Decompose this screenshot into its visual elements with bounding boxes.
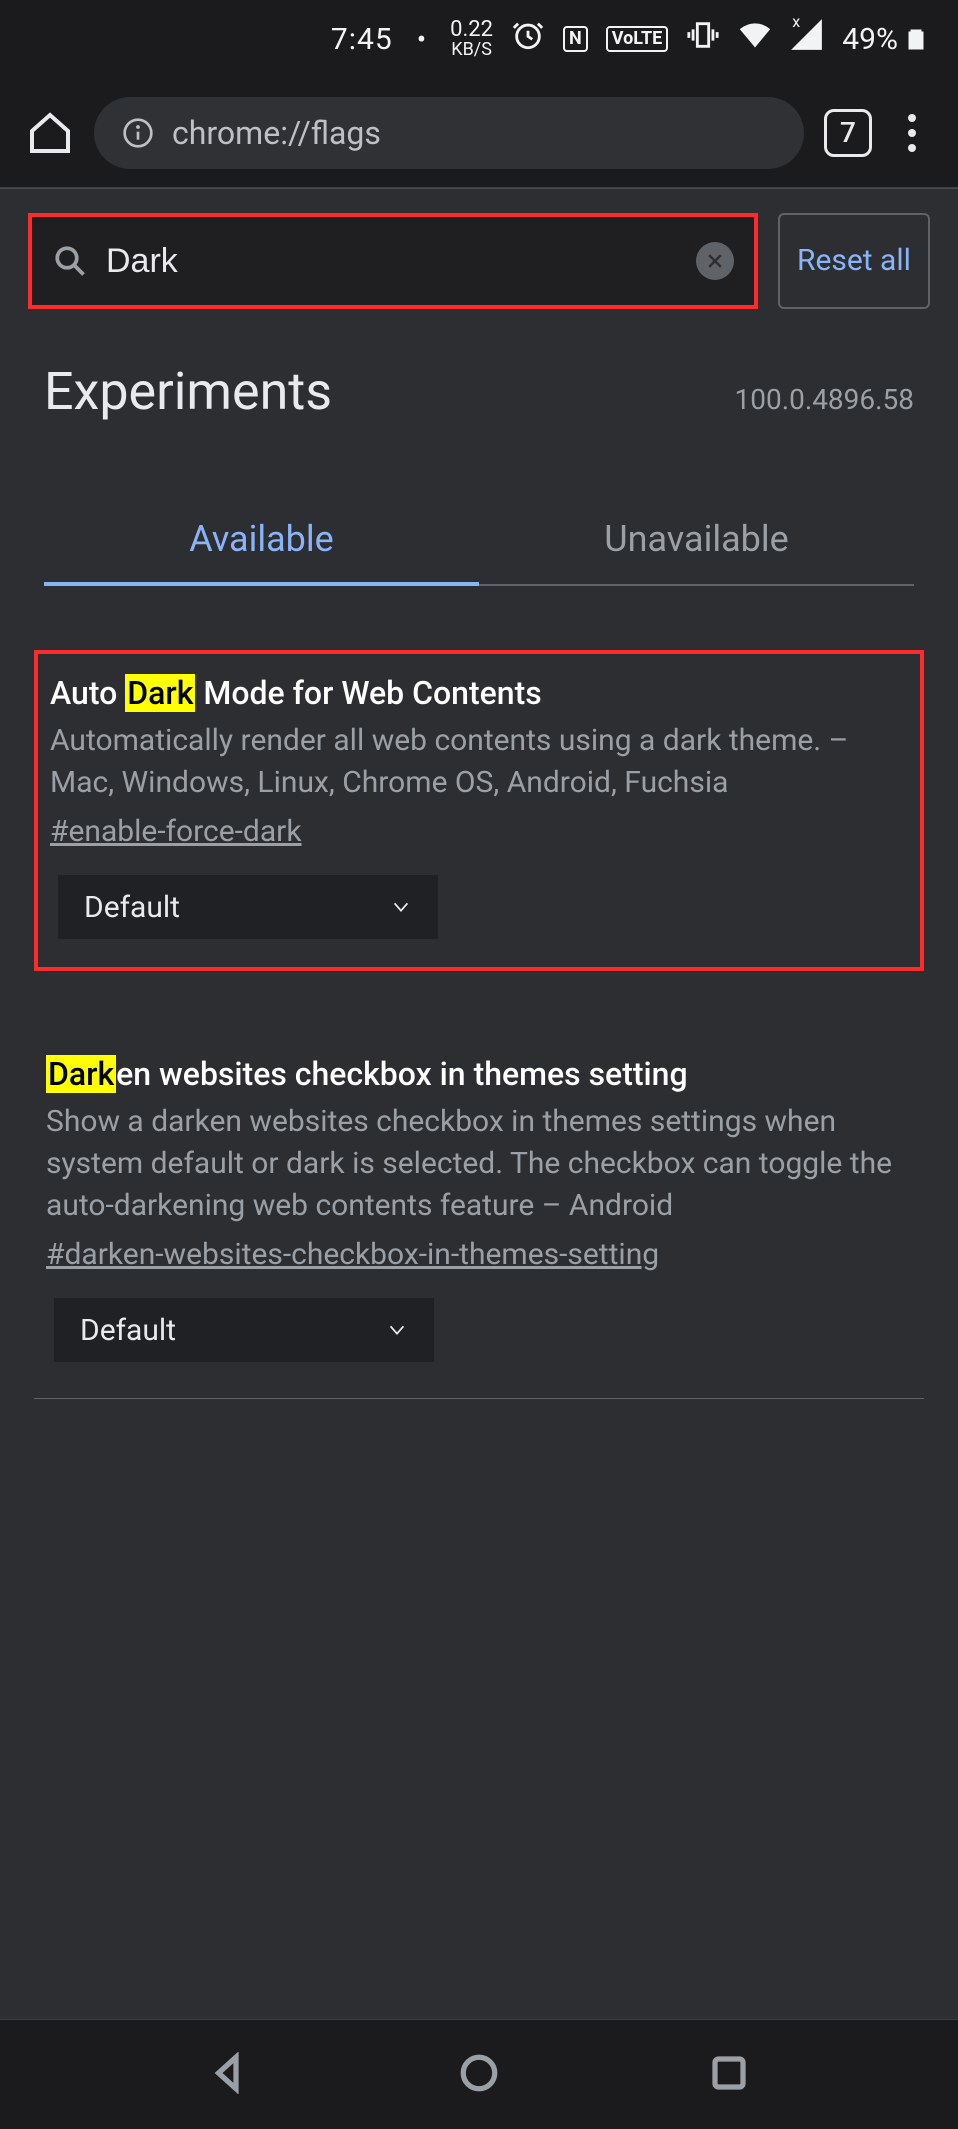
flag-state-select[interactable]: Default xyxy=(58,875,438,939)
page-title: Experiments xyxy=(44,361,332,422)
flag-state-select[interactable]: Default xyxy=(54,1298,434,1362)
home-button[interactable] xyxy=(26,109,74,157)
flag-title: Darken websites checkbox in themes setti… xyxy=(46,1055,912,1093)
reset-all-button[interactable]: Reset all xyxy=(778,213,930,309)
flag-hash-link[interactable]: #enable-force-dark xyxy=(50,814,302,849)
flag-tabs: Available Unavailable xyxy=(44,494,914,586)
chrome-toolbar: chrome://flags 7 xyxy=(0,78,958,188)
flag-title: Auto Dark Mode for Web Contents xyxy=(50,674,908,712)
clock: 7:45 xyxy=(331,22,393,57)
site-info-icon xyxy=(122,117,154,149)
search-input[interactable] xyxy=(106,242,678,281)
tab-available[interactable]: Available xyxy=(44,494,479,584)
chrome-version: 100.0.4896.58 xyxy=(734,383,914,416)
wifi-icon xyxy=(738,18,772,60)
flags-search-box[interactable] xyxy=(28,213,758,309)
clear-search-button[interactable] xyxy=(696,242,734,280)
flag-item: Auto Dark Mode for Web Contents Automati… xyxy=(34,650,924,971)
cellular-icon: x xyxy=(790,18,824,60)
tab-switcher-button[interactable]: 7 xyxy=(824,109,872,157)
flag-description: Automatically render all web contents us… xyxy=(50,720,908,804)
alarm-icon xyxy=(511,18,545,60)
net-rate: 0.22 KB/S xyxy=(450,19,493,59)
url-bar[interactable]: chrome://flags xyxy=(94,97,804,169)
flag-item: Darken websites checkbox in themes setti… xyxy=(34,1025,924,1399)
recents-button[interactable] xyxy=(708,2052,750,2098)
tab-unavailable[interactable]: Unavailable xyxy=(479,494,914,584)
url-text: chrome://flags xyxy=(172,114,381,152)
close-icon xyxy=(705,251,725,271)
vibrate-icon xyxy=(686,18,720,60)
flag-description: Show a darken websites checkbox in theme… xyxy=(46,1101,912,1227)
nfc-icon: N xyxy=(563,26,588,52)
volte-icon: VoLTE xyxy=(606,26,669,52)
home-nav-button[interactable] xyxy=(458,2052,500,2098)
flags-page: Reset all Experiments 100.0.4896.58 Avai… xyxy=(0,188,958,2019)
search-icon xyxy=(52,243,88,279)
battery-indicator: 49% xyxy=(842,21,928,57)
highlight: Dark xyxy=(46,1055,116,1093)
chevron-down-icon xyxy=(386,1319,408,1341)
android-nav-bar xyxy=(0,2019,958,2129)
android-status-bar: 7:45 • 0.22 KB/S N VoLTE x 49% xyxy=(0,0,958,78)
highlight: Dark xyxy=(125,674,195,712)
flag-hash-link[interactable]: #darken-websites-checkbox-in-themes-sett… xyxy=(46,1237,659,1272)
chevron-down-icon xyxy=(390,896,412,918)
back-button[interactable] xyxy=(208,2052,250,2098)
separator-dot: • xyxy=(417,23,426,56)
overflow-menu-button[interactable] xyxy=(892,114,932,152)
